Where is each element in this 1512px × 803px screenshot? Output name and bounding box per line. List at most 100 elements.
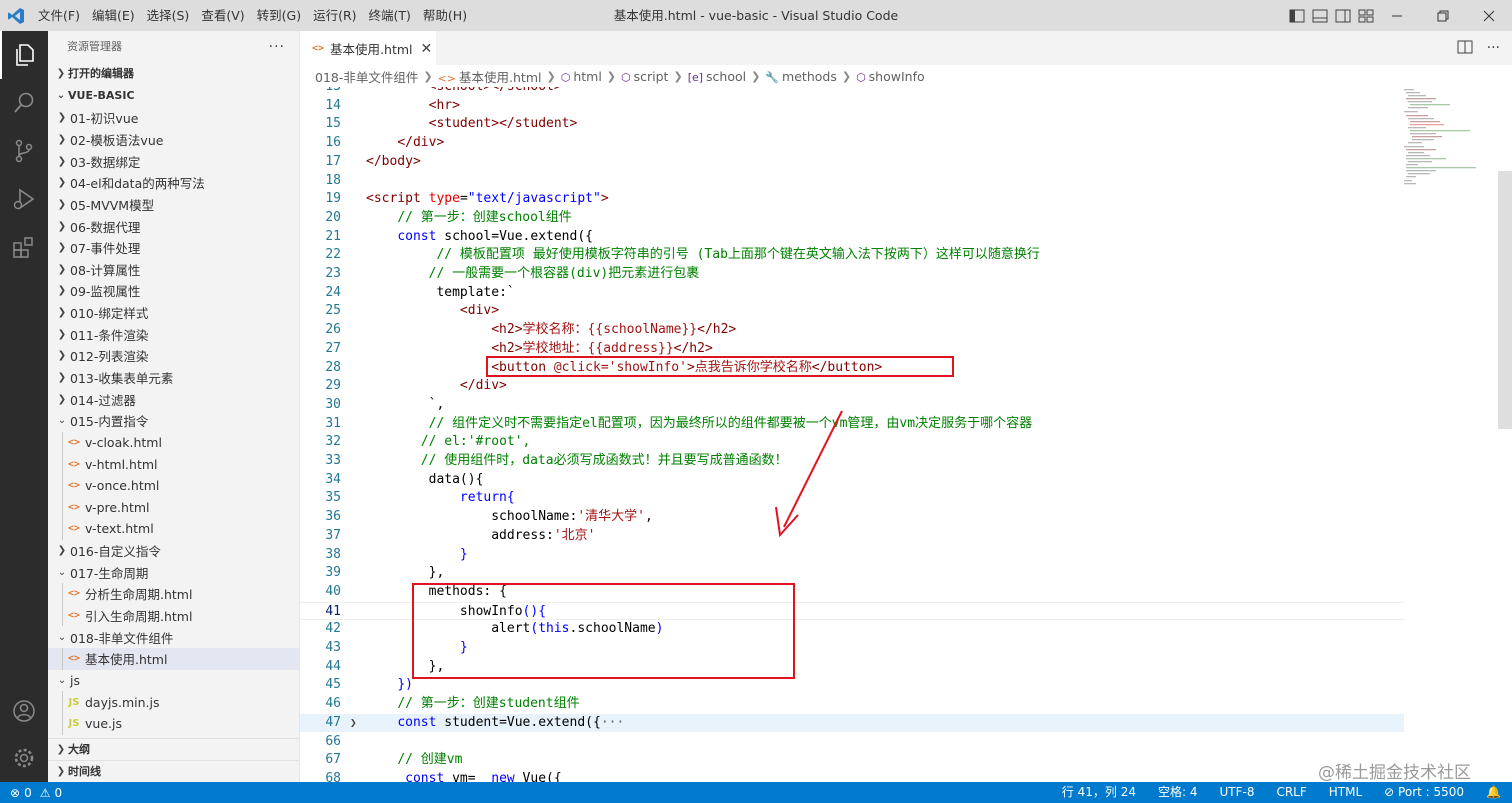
toggle-panel-icon[interactable] (1311, 7, 1328, 24)
code-editor[interactable]: 13 <school></school>14 <hr>15 <student><… (300, 87, 1512, 782)
tree-folder[interactable]: ❯ 09-监视属性 (48, 280, 299, 302)
vscode-logo-icon[interactable] (0, 0, 32, 31)
cursor-position[interactable]: 行 41，列 24 (1051, 782, 1147, 803)
tree-folder[interactable]: ❯ 01-初识vue (48, 107, 299, 129)
tree-folder[interactable]: ⌄ js (48, 670, 299, 692)
encoding[interactable]: UTF-8 (1208, 782, 1265, 803)
search-icon[interactable] (0, 79, 48, 127)
code-token: type (428, 191, 460, 207)
timeline-section[interactable]: ❯ 时间线 (48, 760, 299, 782)
tree-folder[interactable]: ⌄ 017-生命周期 (48, 561, 299, 583)
close-tab-icon[interactable]: ✕ (421, 41, 433, 57)
tree-item-label: 08-计算属性 (70, 262, 141, 278)
breadcrumb-item[interactable]: <> 基本使用.html (438, 67, 542, 86)
menu-item[interactable]: 查看(V) (195, 5, 250, 27)
run-debug-icon[interactable] (0, 175, 48, 223)
warning-count: 0 (54, 785, 63, 800)
end-of-line[interactable]: CRLF (1265, 782, 1317, 803)
menu-item[interactable]: 运行(R) (307, 5, 362, 27)
html-file-icon: <> (67, 501, 81, 513)
minimap[interactable] (1402, 87, 1498, 197)
explorer-icon[interactable] (0, 31, 48, 79)
tree-file[interactable]: JS vue.js (48, 712, 299, 735)
tree-folder[interactable]: ❯ 012-列表渲染 (48, 345, 299, 367)
open-editors-section[interactable]: ❯ 打开的编辑器 (48, 63, 299, 85)
tree-file[interactable]: JS dayjs.min.js (48, 691, 299, 713)
fold-chevron-icon[interactable]: ❯ (350, 714, 357, 733)
account-icon[interactable] (0, 687, 48, 735)
minimize-icon[interactable] (1374, 0, 1420, 31)
tree-folder[interactable]: ❯ 04-el和data的两种写法 (48, 172, 299, 194)
source-control-icon[interactable] (0, 127, 48, 175)
breadcrumb-item[interactable]: [e] school (688, 69, 746, 84)
code-line: 23 // 一般需要一个根容器(div)把元素进行包裹 (300, 265, 1404, 284)
tree-folder[interactable]: ❯ 014-过滤器 (48, 388, 299, 410)
tree-file[interactable]: <> v-pre.html (48, 496, 299, 519)
vertical-scrollbar[interactable] (1498, 171, 1512, 429)
code-token: methods: { (428, 583, 507, 599)
extensions-icon[interactable] (0, 223, 48, 271)
error-count: 0 (24, 785, 32, 800)
tree-folder[interactable]: ❯ 05-MVVM模型 (48, 194, 299, 216)
line-number: 19 (325, 191, 341, 207)
tree-folder[interactable]: ⌄ 015-内置指令 (48, 410, 299, 432)
code-token: .schoolName (569, 621, 656, 637)
close-window-icon[interactable] (1466, 0, 1512, 31)
split-editor-icon[interactable] (1457, 40, 1473, 57)
tree-folder[interactable]: ❯ 011-条件渲染 (48, 323, 299, 345)
code-token: </div> (459, 378, 507, 394)
tree-file[interactable]: <> 引入生命周期.html (48, 604, 299, 627)
tree-file[interactable]: <> v-once.html (48, 474, 299, 497)
breadcrumb-item[interactable]: 🔧 methods (765, 69, 837, 84)
tree-folder[interactable]: ❯ 02-模板语法vue (48, 129, 299, 151)
tree-folder[interactable]: ❯ 07-事件处理 (48, 237, 299, 259)
tree-folder[interactable]: ⌄ 018-非单文件组件 (48, 626, 299, 648)
window-controls (1374, 0, 1512, 31)
tree-file[interactable]: <> v-html.html (48, 453, 299, 475)
code-token: showInfo (459, 603, 523, 619)
settings-gear-icon[interactable] (0, 734, 48, 782)
line-number: 47 (325, 714, 341, 730)
menu-item[interactable]: 文件(F) (32, 5, 86, 27)
workspace-root-section[interactable]: ⌄ VUE-BASIC (48, 85, 299, 107)
breadcrumb-item[interactable]: 018-非单文件组件 (315, 67, 418, 86)
indent-guide (62, 604, 63, 627)
more-actions-icon[interactable]: ··· (269, 31, 285, 63)
tree-item-label: 011-条件渲染 (70, 327, 149, 343)
menu-item[interactable]: 转到(G) (251, 5, 307, 27)
tree-file[interactable]: <> 基本使用.html (48, 648, 299, 670)
more-editor-actions-icon[interactable]: ··· (1487, 40, 1500, 56)
breadcrumb-label: 基本使用.html (459, 69, 542, 85)
menu-item[interactable]: 选择(S) (141, 5, 196, 27)
code-text: // 一般需要一个根容器(div)把元素进行包裹 (366, 265, 700, 284)
restore-icon[interactable] (1420, 0, 1466, 31)
toggle-primary-sidebar-icon[interactable] (1288, 7, 1305, 24)
tree-folder[interactable]: ❯ 08-计算属性 (48, 258, 299, 280)
problems-indicator[interactable]: ⊗ 0 ⚠ 0 (0, 786, 62, 800)
tree-file[interactable]: <> v-cloak.html (48, 431, 299, 454)
tree-file[interactable]: <> v-text.html (48, 518, 299, 540)
live-server-port[interactable]: ⊘ Port : 5500 (1373, 782, 1475, 803)
menu-item[interactable]: 编辑(E) (86, 5, 141, 27)
menu-item[interactable]: 终端(T) (363, 5, 417, 27)
toggle-secondary-sidebar-icon[interactable] (1334, 7, 1351, 24)
tree-folder[interactable]: ❯ 013-收集表单元素 (48, 367, 299, 389)
indentation[interactable]: 空格: 4 (1147, 782, 1209, 803)
outline-section[interactable]: ❯ 大纲 (48, 738, 299, 760)
notifications-bell-icon[interactable]: 🔔 (1475, 782, 1512, 803)
chevron-right-icon: ❯ (57, 155, 67, 167)
language-mode[interactable]: HTML (1318, 782, 1373, 803)
tree-folder[interactable]: ❯ 010-绑定样式 (48, 302, 299, 324)
customize-layout-icon[interactable] (1357, 7, 1374, 24)
tab-basic-usage[interactable]: <> 基本使用.html ✕ (300, 31, 436, 65)
menu-item[interactable]: 帮助(H) (417, 5, 473, 27)
breadcrumb-item[interactable]: ⬡ script (621, 69, 668, 84)
tree-folder[interactable]: ❯ 06-数据代理 (48, 215, 299, 237)
breadcrumb-item[interactable]: ⬡ html (561, 69, 602, 84)
tree-folder[interactable]: ❯ 03-数据绑定 (48, 150, 299, 172)
breadcrumb-item[interactable]: ⬡ showInfo (856, 69, 925, 84)
line-number: 15 (325, 116, 341, 132)
tree-file[interactable]: <> 分析生命周期.html (48, 583, 299, 605)
tree-folder[interactable]: ❯ 016-自定义指令 (48, 540, 299, 562)
code-text: <div> (366, 302, 499, 321)
